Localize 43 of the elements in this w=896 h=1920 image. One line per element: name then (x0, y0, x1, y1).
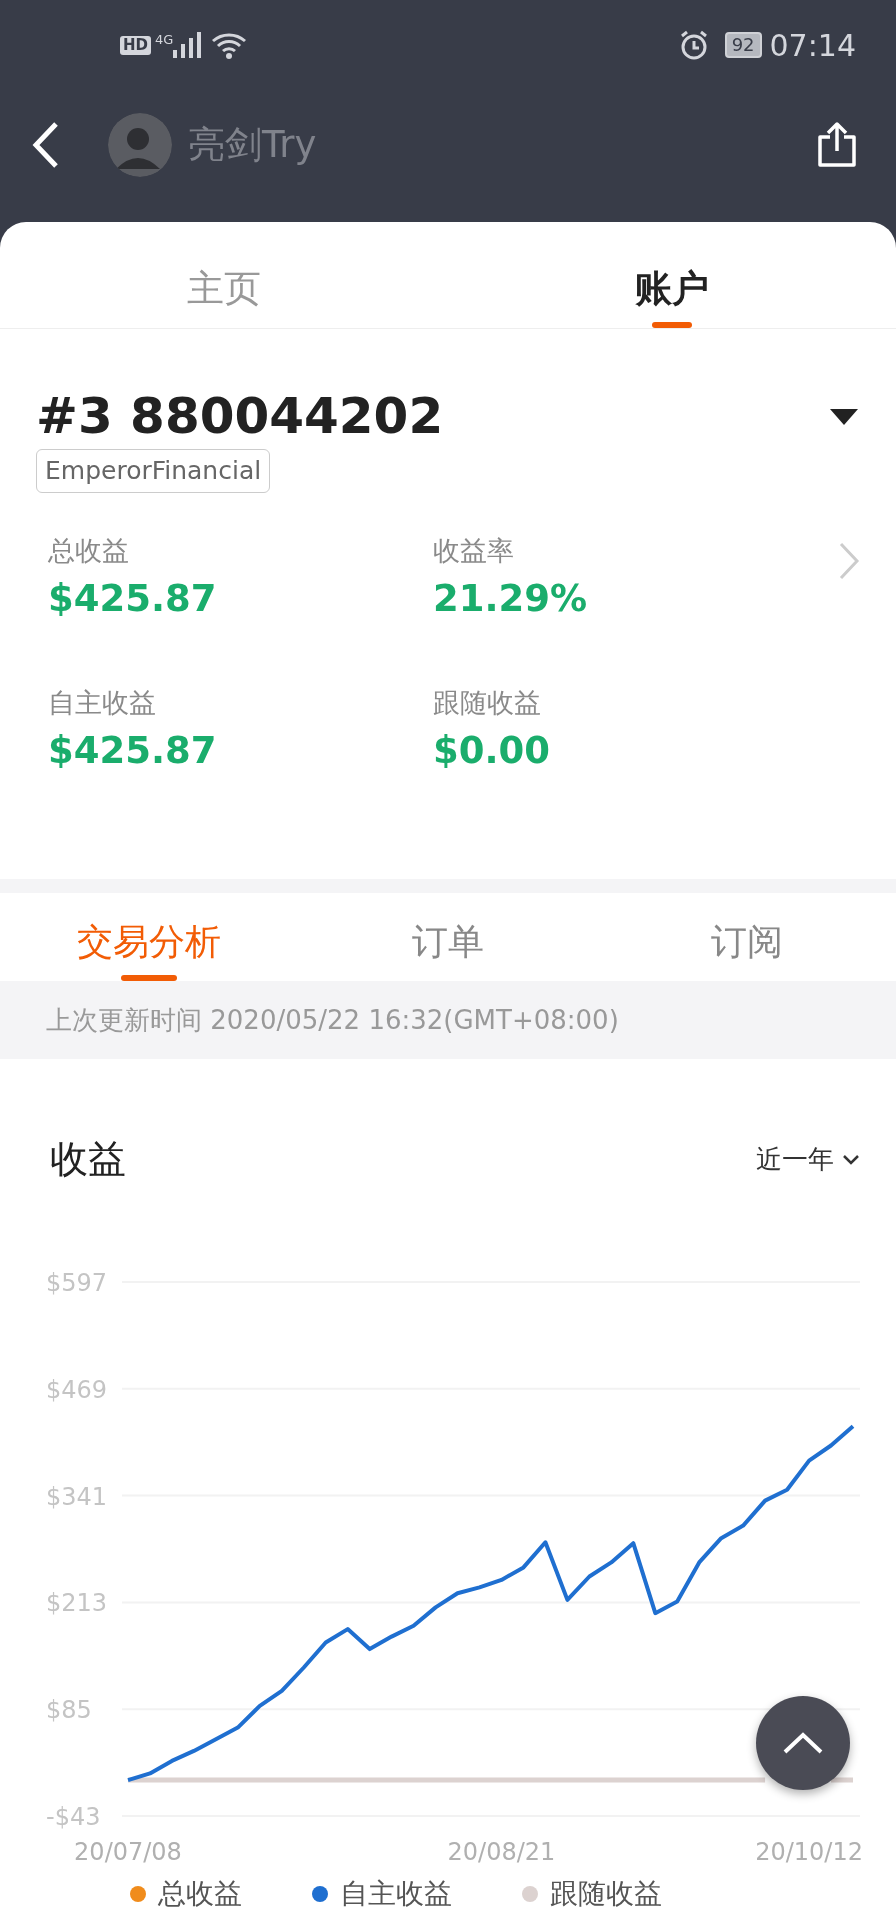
tab[interactable]: 交易分析 (0, 893, 299, 981)
legend-item: 总收益 (130, 1872, 242, 1916)
battery-indicator: 92 (724, 32, 762, 58)
legend-item: 自主收益 (312, 1872, 452, 1916)
broker-tag: EmperorFinancial (36, 449, 271, 493)
legend-item: 跟随收益 (522, 1872, 662, 1916)
last-update-text: 上次更新时间 2020/05/22 16:32(GMT+08:00) (0, 981, 896, 1059)
stat-value: $425.87 (48, 576, 218, 622)
stat-value: 21.29% (433, 576, 589, 622)
stat-label: 跟随收益 (433, 685, 542, 720)
wifi-icon (211, 31, 248, 59)
chevron-up-icon (781, 1730, 825, 1756)
axis-label: $341 (46, 1482, 108, 1511)
axis-label: 20/08/21 (447, 1838, 556, 1866)
section-title: 收益 (50, 1136, 126, 1183)
chevron-down-icon (842, 1153, 860, 1166)
axis-label: $597 (46, 1269, 108, 1297)
account-number: #3 880044202 (36, 391, 444, 441)
back-button[interactable] (30, 120, 60, 170)
hd-indicator: HD (120, 35, 151, 55)
tab[interactable]: 订阅 (597, 893, 896, 981)
axis-label: 20/10/12 (755, 1838, 863, 1866)
period-dropdown[interactable]: 近一年 (750, 1139, 866, 1180)
network-label: 4G (155, 31, 174, 49)
axis-label: 20/07/08 (74, 1838, 182, 1866)
axis-label: -$43 (46, 1803, 101, 1831)
stat-label: 自主收益 (48, 685, 157, 720)
signal-icon (173, 32, 204, 58)
axis-label: $469 (46, 1375, 108, 1404)
stat-label: 收益率 (433, 533, 515, 568)
profile-name: 亮剑Try (188, 122, 317, 169)
axis-label: $213 (46, 1589, 108, 1618)
alarm-icon (678, 30, 709, 60)
stat-value: $0.00 (433, 728, 552, 774)
avatar (108, 113, 172, 177)
stat-label: 总收益 (48, 533, 130, 568)
tab[interactable]: 账户 (448, 222, 896, 328)
tab[interactable]: 订单 (298, 893, 598, 981)
axis-label: $85 (46, 1696, 92, 1725)
tab[interactable]: 主页 (0, 222, 448, 328)
stat-value: $425.87 (48, 728, 218, 774)
share-button[interactable] (816, 121, 858, 169)
clock-time: 07:14 (769, 26, 856, 65)
